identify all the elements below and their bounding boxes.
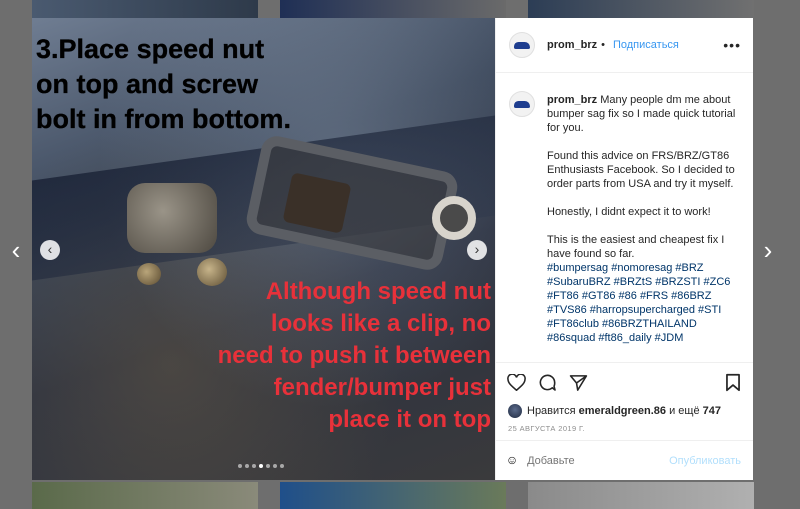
carousel-dot[interactable] <box>273 464 277 468</box>
background-thumbnail <box>528 482 754 509</box>
carousel-dot[interactable] <box>266 464 270 468</box>
liker-username[interactable]: emeraldgreen.86 <box>579 405 666 417</box>
likes-count[interactable]: 747 <box>703 405 721 417</box>
avatar[interactable] <box>509 91 535 117</box>
photo-nut <box>137 263 161 285</box>
post-header: prom_brz • Подписаться ••• <box>496 18 753 73</box>
likes-prefix: Нравится <box>527 405 576 417</box>
background-thumbnail <box>280 0 506 18</box>
comment-button[interactable] <box>537 373 557 393</box>
comment-paragraph: This is the easiest and cheapest fix I h… <box>547 234 725 260</box>
share-icon <box>569 374 587 391</box>
carousel-dot[interactable] <box>252 464 256 468</box>
photo-caption-overlay: Although speed nut looks like a clip, no… <box>217 278 491 433</box>
next-post-button[interactable]: › <box>758 237 778 263</box>
comment-icon <box>539 374 556 391</box>
carousel-dots <box>238 464 284 468</box>
comment-input[interactable] <box>527 454 670 467</box>
comments-section: prom_brz Many people dm me about bumper … <box>496 73 753 362</box>
comment-paragraph: Found this advice on FRS/BRZ/GT86 Enthus… <box>547 150 735 190</box>
heart-icon <box>506 374 526 391</box>
likes-and: и ещё <box>669 405 700 417</box>
comment-username[interactable]: prom_brz <box>547 94 597 106</box>
username-link[interactable]: prom_brz <box>547 39 597 51</box>
photo-bolt <box>432 196 476 240</box>
post-side-panel: prom_brz • Подписаться ••• prom_brz Many… <box>495 18 753 480</box>
post-date: 25 АВГУСТА 2019 Г. <box>508 424 586 433</box>
avatar[interactable] <box>509 32 535 58</box>
add-comment-bar: Опубликовать <box>496 440 753 480</box>
publish-button[interactable]: Опубликовать <box>669 455 741 467</box>
carousel-dot[interactable] <box>238 464 242 468</box>
post-modal: 3.Place speed nut on top and screw bolt … <box>32 18 753 480</box>
hashtags[interactable]: #bumpersag #nomoresag #BRZ #SubaruBRZ #B… <box>547 261 741 345</box>
follow-button[interactable]: Подписаться <box>613 39 679 51</box>
smile-icon[interactable] <box>508 451 516 470</box>
carousel-next-button[interactable]: › <box>467 240 487 260</box>
liker-avatar[interactable] <box>508 404 522 418</box>
carousel-dot[interactable] <box>280 464 284 468</box>
caption-comment: prom_brz Many people dm me about bumper … <box>509 91 741 359</box>
comment-paragraph: Honestly, I didnt expect it to work! <box>547 206 711 218</box>
like-button[interactable] <box>506 373 526 393</box>
photo-speed-nut <box>127 183 217 253</box>
background-thumbnail <box>32 482 258 509</box>
photo-title-overlay: 3.Place speed nut on top and screw bolt … <box>36 34 291 134</box>
separator-dot: • <box>601 39 605 51</box>
bookmark-icon <box>726 373 740 392</box>
background-thumbnail <box>528 0 754 18</box>
action-bar <box>496 362 753 402</box>
background-thumbnail <box>32 0 258 18</box>
bookmark-button[interactable] <box>723 373 743 393</box>
previous-post-button[interactable]: ‹ <box>6 237 26 263</box>
share-button[interactable] <box>568 373 588 393</box>
carousel-prev-button[interactable]: ‹ <box>40 240 60 260</box>
carousel-dot[interactable] <box>245 464 249 468</box>
background-thumbnail <box>280 482 506 509</box>
more-options-button[interactable]: ••• <box>723 37 741 53</box>
caption-text: prom_brz Many people dm me about bumper … <box>547 93 741 359</box>
post-photo: 3.Place speed nut on top and screw bolt … <box>32 18 495 480</box>
carousel-dot[interactable] <box>259 464 263 468</box>
likes-summary: Нравится emeraldgreen.86 и ещё 747 <box>496 402 753 420</box>
